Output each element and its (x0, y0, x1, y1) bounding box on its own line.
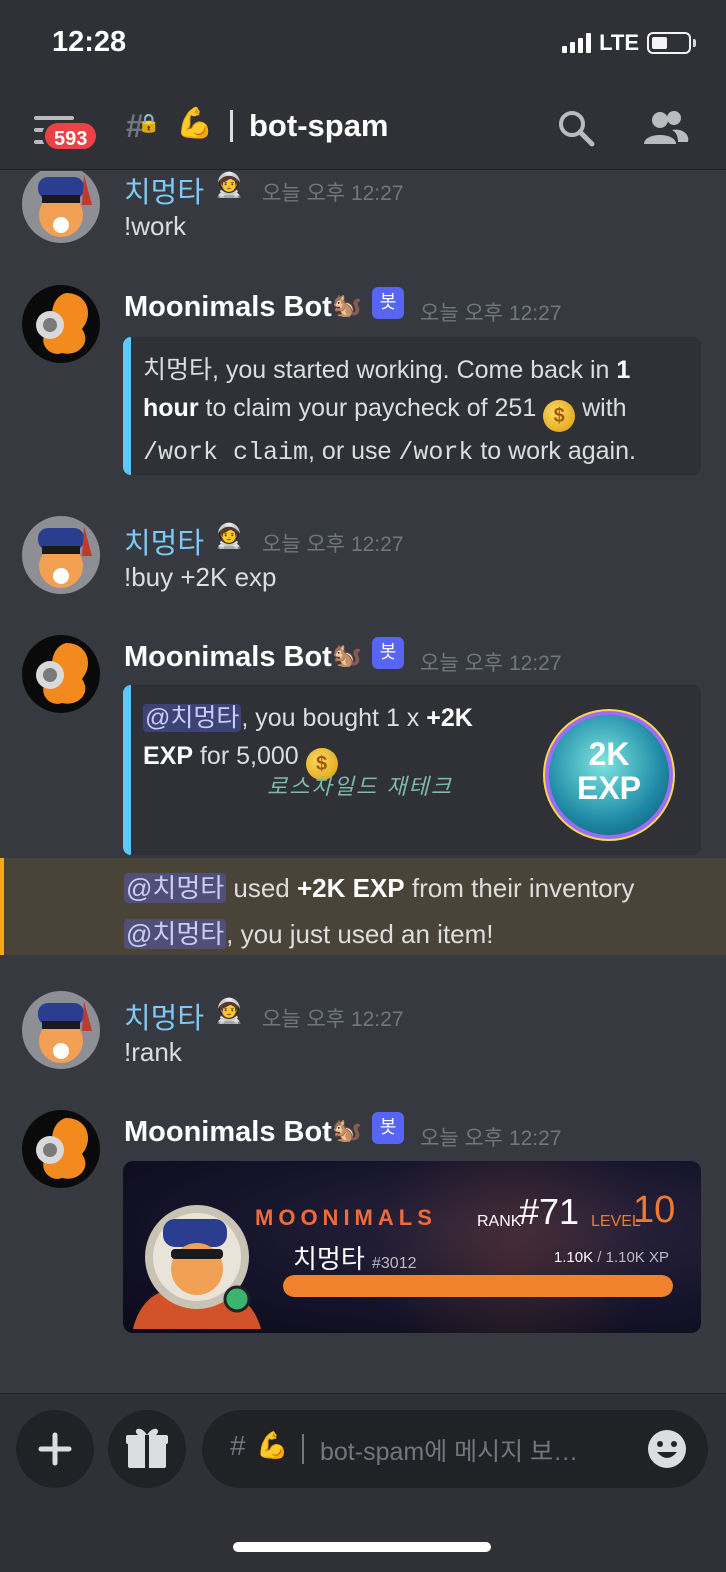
flexed-arm-icon: 💪 (256, 1430, 289, 1460)
user-mention[interactable]: @치멍타 (143, 704, 242, 732)
rank-card-image[interactable]: MOONIMALS RANK #71 LEVEL 10 치멍타 #3012 1.… (123, 1161, 701, 1333)
timestamp: 오늘 오후 12:27 (420, 1127, 562, 1150)
bot-tag: 봇 (372, 637, 404, 669)
coin-icon: $ (543, 400, 576, 432)
author-name[interactable]: 치멍타 (124, 520, 204, 562)
avatar[interactable] (22, 285, 100, 363)
embed: @치멍타, you bought 1 x +2K EXP for 5,000 $… (123, 685, 701, 855)
timestamp: 오늘 오후 12:27 (262, 533, 404, 556)
author-name[interactable]: 치멍타 (124, 995, 204, 1037)
avatar[interactable] (22, 171, 100, 243)
avatar[interactable] (22, 991, 100, 1069)
system-line-2: @치멍타, you just used an item! (124, 919, 494, 949)
author-name[interactable]: 치멍타 (124, 171, 204, 211)
embed-description: @치멍타, you bought 1 x +2K EXP for 5,000 $ (143, 699, 521, 780)
status-bar: 12:28 LTE (0, 0, 726, 90)
message-input[interactable]: # 💪 bot-spam에 메시지 보… (202, 1410, 708, 1488)
moonimals-logo: MOONIMALS (255, 1205, 437, 1230)
plus-icon (38, 1432, 72, 1466)
user-mention[interactable]: @치멍타 (124, 919, 227, 949)
message-list[interactable]: 치멍타 🧑‍🚀 오늘 오후 12:27 !work Moonimals Bot … (0, 171, 726, 1393)
timestamp: 오늘 오후 12:27 (262, 1008, 404, 1031)
network-label: LTE (599, 30, 639, 55)
emoji-icon[interactable] (646, 1428, 688, 1470)
status-indicators: LTE (562, 30, 696, 56)
role-emoji-icon: 🐿️ (332, 1117, 362, 1144)
battery-icon (647, 32, 691, 54)
xp-readout: 1.10K / 1.10K XP (553, 1249, 669, 1266)
embed-description: 치멍타, you started working. Come back in 1… (143, 356, 636, 467)
message-text: !rank (124, 1037, 182, 1067)
embed: 치멍타, you started working. Come back in 1… (123, 337, 701, 475)
input-placeholder: bot-spam에 메시지 보… (320, 1438, 579, 1466)
role-emoji-icon: 🧑‍🚀 (214, 998, 244, 1025)
search-icon[interactable] (556, 108, 596, 148)
message-text: !buy +2K exp (124, 562, 277, 592)
author-name[interactable]: Moonimals Bot (124, 1116, 332, 1149)
avatar[interactable] (22, 516, 100, 594)
rank-label: RANK (477, 1213, 522, 1230)
role-emoji-icon: 🐿️ (332, 642, 362, 669)
notification-badge: 593 (42, 120, 100, 152)
add-attachment-button[interactable] (16, 1410, 94, 1488)
members-icon[interactable] (642, 108, 690, 148)
channel-hash-icon: #🔒 (126, 108, 161, 144)
item-thumbnail[interactable]: 2K EXP (549, 715, 669, 835)
channel-title[interactable]: bot-spam (249, 108, 389, 144)
avatar[interactable] (22, 635, 100, 713)
watermark: 로스차일드 재테크 (267, 774, 454, 799)
astronaut-avatar (133, 1205, 261, 1329)
status-time: 12:28 (52, 26, 127, 58)
bot-tag: 봇 (372, 287, 404, 319)
bot-tag: 봇 (372, 1112, 404, 1144)
role-emoji-icon: 🧑‍🚀 (214, 172, 244, 199)
avatar[interactable] (22, 1110, 100, 1188)
author-name[interactable]: Moonimals Bot (124, 641, 332, 674)
author-name[interactable]: Moonimals Bot (124, 291, 332, 324)
gift-button[interactable] (108, 1410, 186, 1488)
home-indicator[interactable] (233, 1542, 491, 1552)
timestamp: 오늘 오후 12:27 (420, 652, 562, 675)
flexed-arm-icon: 💪 (176, 107, 214, 140)
xp-progress-bar (283, 1275, 673, 1297)
role-emoji-icon: 🐿️ (332, 292, 362, 319)
system-line-1: @치멍타 used +2K EXP from their inventory (124, 873, 635, 903)
xp-progress-fill (283, 1275, 673, 1297)
rank-value: #71 (519, 1191, 580, 1232)
timestamp: 오늘 오후 12:27 (420, 302, 562, 325)
timestamp: 오늘 오후 12:27 (262, 182, 404, 205)
discriminator: #3012 (372, 1255, 417, 1272)
lock-icon: 🔒 (137, 113, 161, 133)
level-value: 10 (633, 1189, 676, 1231)
gift-icon (126, 1428, 168, 1468)
user-mention[interactable]: @치멍타 (124, 873, 227, 903)
message-text: !work (124, 211, 187, 241)
system-message: @치멍타 used +2K EXP from their inventory @… (0, 858, 726, 955)
rank-username: 치멍타 #3012 (293, 1244, 417, 1274)
channel-hash-icon: # (230, 1430, 246, 1461)
role-emoji-icon: 🧑‍🚀 (214, 523, 244, 550)
signal-icon (562, 33, 592, 53)
